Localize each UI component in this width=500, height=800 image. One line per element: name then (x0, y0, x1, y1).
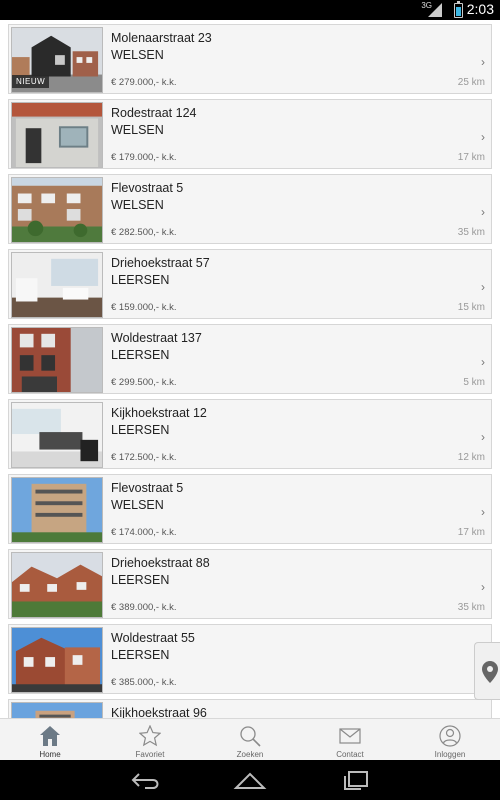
city: WELSEN (111, 48, 164, 62)
price: € 279.000,- k.k. (111, 77, 177, 88)
property-card[interactable]: Flevostraat 5 WELSEN € 174.000,- k.k. 17… (8, 474, 492, 544)
street-address: Flevostraat 5 (111, 481, 184, 495)
system-navigation-bar (0, 760, 500, 800)
property-photo (11, 327, 103, 393)
new-badge: NIEUW (12, 75, 50, 88)
city: WELSEN (111, 198, 164, 212)
distance: 12 km (457, 452, 485, 463)
street-address: Molenaarstraat 23 (111, 31, 212, 45)
price: € 159.000,- k.k. (111, 302, 177, 313)
property-photo (11, 477, 103, 543)
property-card[interactable]: Kijkhoekstraat 96 (8, 699, 492, 718)
bottom-tab-bar: Home Favoriet Zoeken Contact Inloggen (0, 718, 500, 760)
distance: 17 km (457, 527, 485, 538)
battery-icon (454, 1, 463, 18)
city: LEERSEN (111, 423, 170, 437)
chevron-right-icon: › (481, 130, 485, 144)
price: € 172.500,- k.k. (111, 452, 177, 463)
street-address: Driehoekstraat 88 (111, 556, 210, 570)
tab-label: Inloggen (434, 750, 466, 759)
property-photo (11, 702, 103, 718)
property-photo (11, 402, 103, 468)
city: LEERSEN (111, 348, 170, 362)
price: € 385.000,- k.k. (111, 677, 177, 688)
city: LEERSEN (111, 573, 170, 587)
street-address: Rodestraat 124 (111, 106, 197, 120)
clock: 2:03 (466, 1, 494, 17)
recent-apps-button[interactable] (337, 768, 377, 792)
city: LEERSEN (111, 273, 170, 287)
distance: 15 km (457, 302, 485, 313)
tab-login[interactable]: Inloggen (400, 719, 500, 761)
price: € 389.000,- k.k. (111, 602, 177, 613)
property-list[interactable]: NIEUW Molenaarstraat 23 WELSEN € 279.000… (0, 20, 500, 718)
property-card[interactable]: Driehoekstraat 88 LEERSEN € 389.000,- k.… (8, 549, 492, 619)
chevron-right-icon: › (481, 505, 485, 519)
property-photo: NIEUW (11, 27, 103, 93)
mail-icon (339, 728, 361, 744)
street-address: Woldestraat 137 (111, 331, 202, 345)
price: € 282.500,- k.k. (111, 227, 177, 238)
chevron-right-icon: › (481, 580, 485, 594)
distance: 35 km (457, 227, 485, 238)
tab-label: Home (39, 750, 61, 759)
property-photo (11, 627, 103, 693)
city: WELSEN (111, 498, 164, 512)
recent-apps-icon (344, 771, 368, 790)
tab-label: Contact (336, 750, 364, 759)
city: WELSEN (111, 123, 164, 137)
street-address: Flevostraat 5 (111, 181, 184, 195)
back-button[interactable] (123, 768, 163, 792)
user-icon (439, 725, 461, 747)
tab-search[interactable]: Zoeken (200, 719, 300, 761)
property-card[interactable]: Rodestraat 124 WELSEN € 179.000,- k.k. 1… (8, 99, 492, 169)
street-address: Woldestraat 55 (111, 631, 195, 645)
property-card[interactable]: Woldestraat 137 LEERSEN € 299.500,- k.k.… (8, 324, 492, 394)
price: € 179.000,- k.k. (111, 152, 177, 163)
status-bar: 3G 2:03 (0, 0, 500, 20)
distance: 5 km (463, 377, 485, 388)
tab-label: Favoriet (135, 750, 165, 759)
chevron-right-icon: › (481, 430, 485, 444)
home-icon (233, 772, 267, 789)
tab-home[interactable]: Home (0, 719, 100, 761)
city: LEERSEN (111, 648, 170, 662)
chevron-right-icon: › (481, 355, 485, 369)
property-photo (11, 252, 103, 318)
home-button[interactable] (230, 768, 270, 792)
signal-icon (428, 3, 442, 17)
property-photo (11, 102, 103, 168)
chevron-right-icon: › (481, 205, 485, 219)
property-card[interactable]: Woldestraat 55 LEERSEN € 385.000,- k.k. … (8, 624, 492, 694)
property-card[interactable]: Kijkhoekstraat 12 LEERSEN € 172.500,- k.… (8, 399, 492, 469)
distance: 25 km (457, 77, 485, 88)
home-icon (40, 726, 60, 746)
star-icon (139, 725, 161, 747)
chevron-right-icon: › (481, 280, 485, 294)
tab-favorites[interactable]: Favoriet (100, 719, 200, 761)
back-icon (131, 773, 159, 789)
property-card[interactable]: NIEUW Molenaarstraat 23 WELSEN € 279.000… (8, 24, 492, 94)
tab-contact[interactable]: Contact (300, 719, 400, 761)
chevron-right-icon: › (481, 55, 485, 69)
property-card[interactable]: Flevostraat 5 WELSEN € 282.500,- k.k. 35… (8, 174, 492, 244)
property-photo (11, 552, 103, 618)
property-card[interactable]: Driehoekstraat 57 LEERSEN € 159.000,- k.… (8, 249, 492, 319)
street-address: Kijkhoekstraat 12 (111, 406, 207, 420)
distance: 35 km (457, 602, 485, 613)
distance: 17 km (457, 152, 485, 163)
search-icon (240, 726, 261, 747)
map-view-button[interactable] (474, 642, 500, 700)
price: € 174.000,- k.k. (111, 527, 177, 538)
price: € 299.500,- k.k. (111, 377, 177, 388)
map-pin-icon (482, 661, 498, 683)
street-address: Driehoekstraat 57 (111, 256, 210, 270)
tab-label: Zoeken (236, 750, 264, 759)
street-address: Kijkhoekstraat 96 (111, 706, 207, 718)
property-photo (11, 177, 103, 243)
